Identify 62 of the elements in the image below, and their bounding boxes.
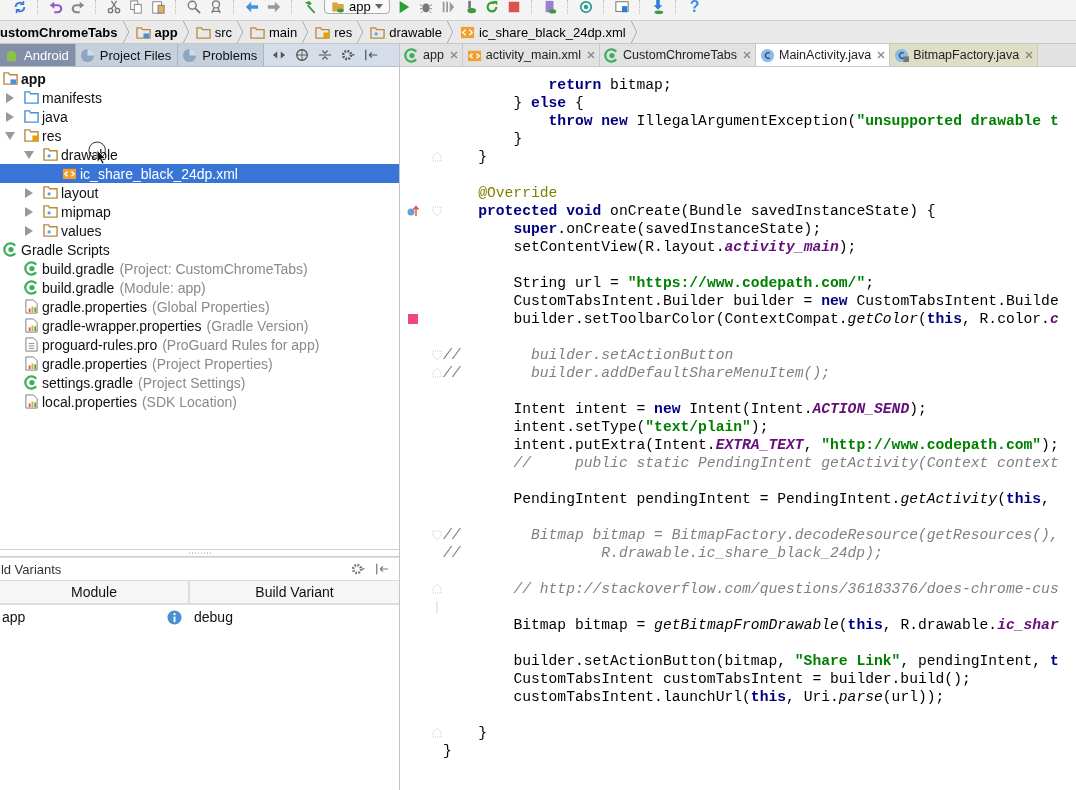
code-line: @Override — [478, 184, 558, 202]
code-line: } — [513, 130, 523, 148]
code-line: builder.setActionButton(bitmap, "Share Link", pendingIntent, t — [513, 652, 1059, 670]
editor-tab[interactable]: MainActivity.java — [755, 44, 891, 66]
code-line: CustomTabsIntent customTabsIntent = builder.build(); — [513, 670, 971, 688]
breadcrumb-item[interactable]: ustomChromeTabs — [0, 21, 122, 43]
tree-item[interactable]: gradle-wrapper.properties (Gradle Version) — [0, 316, 399, 335]
tree-item[interactable]: values — [0, 221, 399, 240]
code-line: Intent intent = new Intent(Intent.ACTION_SEND); — [513, 400, 927, 418]
code-line: } — [478, 148, 487, 166]
code-line: } — [443, 742, 452, 760]
code-line: PendingIntent pendingIntent = PendingIntent.getActivity(this, — [513, 490, 1050, 508]
panel-tab[interactable]: Project Files — [75, 44, 179, 66]
column-header[interactable]: Module — [0, 581, 190, 603]
code-line: // Bitmap bitmap = BitmapFactory.decodeResource(getResources(), — [443, 526, 1059, 544]
code-line: setContentView(R.layout.activity_main); — [513, 238, 857, 256]
code-line: String url = "https://www.codepath.com/"; — [513, 274, 874, 292]
breadcrumb-item[interactable]: main — [243, 21, 302, 43]
code-line: // http://stackoverflow.com/questions/36183376/does-chrome-cus — [513, 580, 1059, 598]
breadcrumb-item[interactable]: app — [129, 21, 182, 43]
code-line: } — [478, 724, 487, 742]
tree-item[interactable]: gradle.properties (Global Properties) — [0, 297, 399, 316]
tree-item[interactable]: java — [0, 107, 399, 126]
editor-tab[interactable]: BitmapFactory.java — [890, 44, 1039, 66]
tree-item[interactable]: res — [0, 126, 399, 145]
tree-item[interactable]: settings.gradle (Project Settings) — [0, 373, 399, 392]
breadcrumb-item[interactable]: res — [309, 21, 357, 43]
code-line: // R.drawable.ic_share_black_24dp); — [443, 544, 883, 562]
code-line: // builder.addDefaultShareMenuItem(); — [443, 364, 830, 382]
code-line: throw new IllegalArgumentException("unsupported drawable t — [548, 112, 1059, 130]
code-line: intent.setType("text/plain"); — [513, 418, 769, 436]
tree-item[interactable]: layout — [0, 183, 399, 202]
tree-item[interactable]: ic_share_black_24dp.xml — [0, 164, 399, 183]
code-line: builder.setToolbarColor(ContextCompat.getColor(this, R.color.c — [513, 310, 1059, 328]
tree-item[interactable]: proguard-rules.pro (ProGuard Rules for app) — [0, 335, 399, 354]
breadcrumb-item[interactable]: drawable — [364, 21, 446, 43]
code-line: customTabsIntent.launchUrl(this, Uri.parse(url)); — [513, 688, 945, 706]
tree-item[interactable]: build.gradle (Project: CustomChromeTabs) — [0, 259, 399, 278]
code-line: Bitmap bitmap = getBitmapFromDrawable(this, R.drawable.ic_shar — [513, 616, 1059, 634]
table-cell[interactable]: debug — [194, 609, 233, 625]
code-line: } else { — [513, 94, 584, 112]
tree-item[interactable]: manifests — [0, 88, 399, 107]
code-line: // builder.setActionButton — [443, 346, 734, 364]
code-line: return bitmap; — [548, 76, 672, 94]
breadcrumb-item[interactable]: src — [189, 21, 236, 43]
code-line: intent.putExtra(Intent.EXTRA_TEXT, "http://www.codepath.com"); — [513, 436, 1059, 454]
tree-item[interactable]: local.properties (SDK Location) — [0, 392, 399, 411]
code-line: // public static PendingIntent getActivity(Context context — [513, 454, 1059, 472]
code-line: CustomTabsIntent.Builder builder = new CustomTabsIntent.Builde — [513, 292, 1059, 310]
tree-item[interactable]: build.gradle (Module: app) — [0, 278, 399, 297]
code-line: super.onCreate(savedInstanceState); — [513, 220, 822, 238]
tree-item[interactable]: gradle.properties (Project Properties) — [0, 354, 399, 373]
column-header[interactable]: Build Variant — [190, 581, 399, 603]
panel-tab[interactable]: Problems — [178, 44, 265, 66]
tree-item[interactable]: Gradle Scripts — [0, 240, 399, 259]
breadcrumb-item[interactable]: ic_share_black_24dp.xml — [454, 21, 630, 43]
run-config-dropdown[interactable]: app — [324, 0, 390, 14]
tree-item[interactable]: app — [0, 69, 399, 88]
tree-item[interactable]: mipmap — [0, 202, 399, 221]
code-line: protected void onCreate(Bundle savedInstanceState) { — [478, 202, 936, 220]
panel-title: ild Variants — [0, 561, 63, 577]
table-cell: app — [2, 609, 26, 625]
